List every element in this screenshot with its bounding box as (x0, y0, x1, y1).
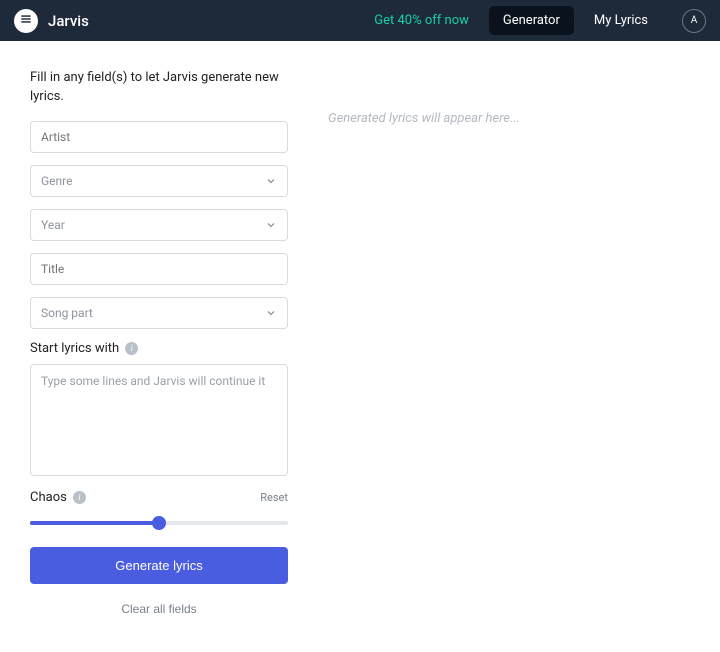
slider-thumb[interactable] (152, 516, 166, 530)
instructions-text: Fill in any field(s) to let Jarvis gener… (30, 69, 288, 107)
avatar[interactable]: A (682, 9, 706, 33)
slider-fill (30, 521, 159, 525)
generate-button[interactable]: Generate lyrics (30, 547, 288, 584)
menu-button[interactable] (14, 9, 38, 33)
brand-title: Jarvis (48, 12, 89, 30)
reset-link[interactable]: Reset (260, 491, 288, 504)
nav-generator[interactable]: Generator (489, 6, 574, 35)
main-content: Fill in any field(s) to let Jarvis gener… (0, 41, 720, 652)
title-field-wrap[interactable] (30, 253, 288, 285)
chevron-down-icon (265, 175, 277, 187)
artist-field-wrap[interactable] (30, 121, 288, 153)
start-lyrics-textarea[interactable] (30, 364, 288, 476)
chevron-down-icon (265, 219, 277, 231)
artist-input[interactable] (41, 130, 277, 144)
songpart-select[interactable]: Song part (30, 297, 288, 329)
app-header: Jarvis Get 40% off now Generator My Lyri… (0, 0, 720, 41)
nav-my-lyrics[interactable]: My Lyrics (580, 6, 662, 35)
year-select[interactable]: Year (30, 209, 288, 241)
start-label: Start lyrics with (30, 341, 119, 356)
info-icon[interactable]: i (125, 342, 138, 355)
genre-placeholder: Genre (41, 174, 265, 188)
chaos-label: Chaos (30, 490, 67, 505)
promo-link[interactable]: Get 40% off now (374, 13, 469, 28)
clear-all-button[interactable]: Clear all fields (30, 596, 288, 622)
chaos-slider[interactable] (30, 513, 288, 533)
chaos-label-row: Chaos i Reset (30, 490, 288, 505)
info-icon[interactable]: i (73, 491, 86, 504)
genre-select[interactable]: Genre (30, 165, 288, 197)
start-label-row: Start lyrics with i (30, 341, 288, 356)
menu-icon (19, 12, 33, 30)
output-placeholder: Generated lyrics will appear here... (328, 111, 690, 126)
year-placeholder: Year (41, 218, 265, 232)
form-panel: Fill in any field(s) to let Jarvis gener… (30, 69, 288, 622)
title-input[interactable] (41, 262, 277, 276)
output-panel: Generated lyrics will appear here... (328, 69, 690, 622)
songpart-placeholder: Song part (41, 306, 265, 320)
chevron-down-icon (265, 307, 277, 319)
